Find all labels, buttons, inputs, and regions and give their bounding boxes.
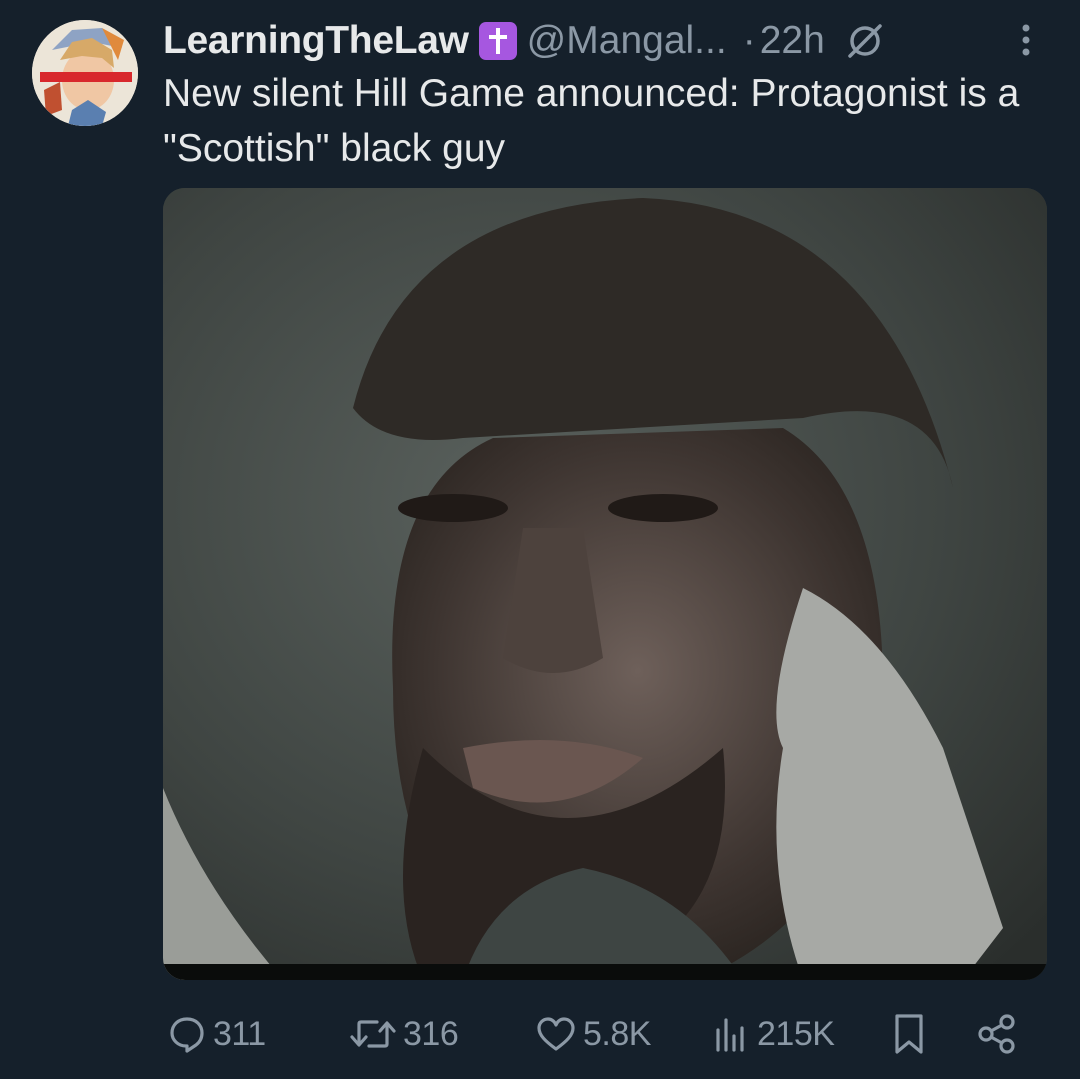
reply-button[interactable]: 311 [167,1006,266,1062]
tweet-image[interactable] [163,188,1047,980]
tweet-header: LearningTheLaw @Mangal... · 22h [163,18,1063,64]
heart-icon [537,1017,575,1051]
retweet-button[interactable]: 316 [349,1006,459,1062]
views-count: 215K [757,1014,835,1053]
views-button[interactable]: 215K [711,1006,835,1062]
timestamp[interactable]: 22h [760,18,825,64]
tweet[interactable]: LearningTheLaw @Mangal... · 22h New sile… [0,0,1080,1079]
display-name[interactable]: LearningTheLaw [163,18,469,64]
reply-icon [170,1017,204,1053]
separator-dot: · [742,19,756,62]
avatar-image [32,20,138,126]
like-button[interactable]: 5.8K [535,1006,651,1062]
grok-icon[interactable] [845,21,885,61]
bookmark-icon [895,1014,923,1054]
tweet-text: New silent Hill Game announced: Protagon… [163,72,1020,170]
cross-badge-icon [478,22,517,60]
share-button[interactable] [975,1006,1019,1062]
reply-count: 311 [213,1014,266,1053]
retweet-icon [350,1020,396,1048]
share-icon [978,1014,1015,1054]
retweet-count: 316 [403,1014,459,1053]
tweet-actions: 311 316 5.8K 215K [163,1006,1043,1062]
bookmark-button[interactable] [889,1006,929,1062]
views-chart-icon [716,1018,744,1052]
avatar[interactable] [32,20,138,126]
like-count: 5.8K [583,1014,651,1053]
more-options-icon[interactable] [1016,20,1036,60]
user-handle[interactable]: @Mangal... [527,18,727,64]
